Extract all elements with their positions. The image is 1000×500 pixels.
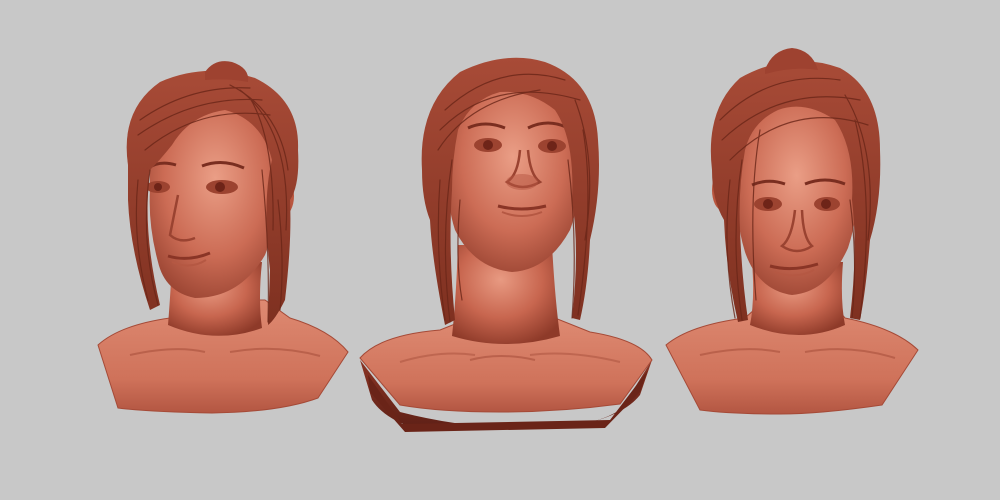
bust-three-quarter-left (97, 61, 349, 414)
bust-front-low-angle (359, 57, 653, 432)
bust-three-quarter-right (665, 48, 919, 415)
sculpt-viewport (0, 0, 1000, 500)
render-canvas (97, 48, 919, 432)
